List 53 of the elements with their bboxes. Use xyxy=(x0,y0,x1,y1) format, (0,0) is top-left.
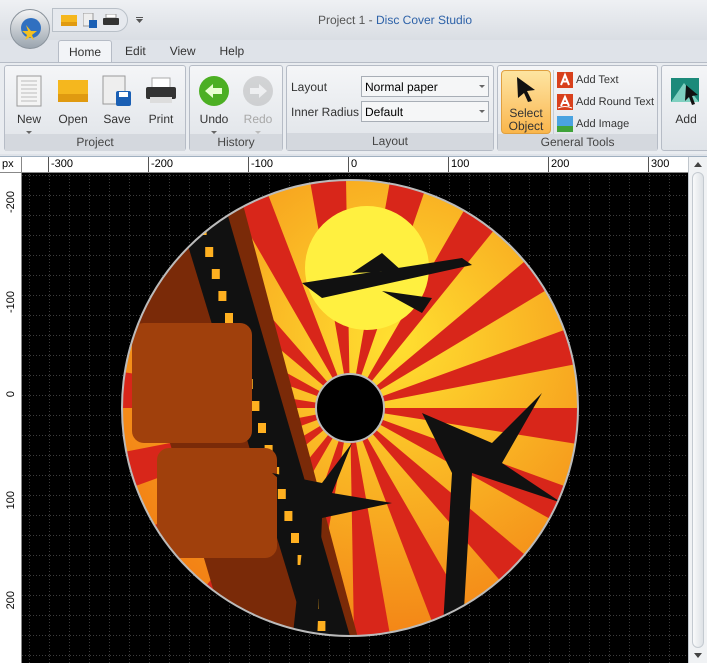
group-title: History xyxy=(190,134,282,151)
document-icon xyxy=(15,75,43,107)
caret-icon xyxy=(479,85,485,88)
landscape-image-icon xyxy=(557,116,573,132)
printer-icon[interactable] xyxy=(103,14,119,26)
field-label: Layout xyxy=(291,78,328,96)
ruler-label: 200 xyxy=(4,591,16,610)
ruler-label: -300 xyxy=(51,157,74,172)
ruler-label: -100 xyxy=(251,157,274,172)
ruler-unit: px xyxy=(0,157,22,172)
field-label: Inner Radius xyxy=(291,104,357,120)
ruler-label: -200 xyxy=(4,191,16,214)
cursor-arrow-icon xyxy=(515,75,537,103)
save-icon xyxy=(102,75,132,107)
scrollbar-thumb[interactable] xyxy=(692,172,704,648)
ribbon-button[interactable]: New xyxy=(9,70,49,134)
ruler-label: 300 xyxy=(651,157,670,172)
ruler-label: 0 xyxy=(4,391,16,398)
tool-button[interactable]: Add Image xyxy=(557,114,654,134)
ribbon-button[interactable]: Print xyxy=(141,70,181,134)
ribbon-button[interactable]: Save xyxy=(97,70,137,134)
ruler-label: -200 xyxy=(151,157,174,172)
group-title: General Tools xyxy=(498,134,658,151)
ruler-label: 100 xyxy=(451,157,470,172)
select-object-button[interactable]: Select Object xyxy=(501,70,551,134)
ribbon-tab[interactable]: Edit xyxy=(114,40,157,62)
ribbon-tab[interactable]: Home xyxy=(58,40,112,62)
printer-icon xyxy=(145,76,177,106)
scroll-up-icon[interactable] xyxy=(694,162,702,167)
ruler-label: 200 xyxy=(551,157,570,172)
ruler-label: 0 xyxy=(351,157,358,172)
ribbon-button[interactable]: Undo xyxy=(194,70,234,134)
ribbon-button[interactable]: Add xyxy=(666,70,706,134)
letter-arc-icon xyxy=(557,94,573,110)
scroll-down-icon[interactable] xyxy=(694,653,702,658)
ribbon-tab[interactable]: Help xyxy=(208,40,256,62)
dropdown-field[interactable]: Normal paper xyxy=(361,76,489,97)
group-title: Layout xyxy=(287,133,493,150)
window-title: Project 1 - Disc Cover Studio xyxy=(318,13,472,27)
dropdown-caret-icon[interactable] xyxy=(136,17,143,23)
tool-button[interactable]: Add Text xyxy=(557,70,654,90)
group-title: Project xyxy=(5,134,185,151)
ribbon-tab[interactable]: View xyxy=(158,40,206,62)
ruler-label: 100 xyxy=(4,491,16,510)
save-icon[interactable] xyxy=(83,12,97,28)
vertical-scrollbar[interactable] xyxy=(688,157,707,663)
letter-icon xyxy=(557,72,573,88)
folder-icon xyxy=(57,77,89,105)
dropdown-field[interactable]: Default xyxy=(361,101,489,122)
caret-icon xyxy=(479,110,485,113)
ruler-label: -100 xyxy=(4,291,16,314)
ribbon-button[interactable]: Open xyxy=(53,70,93,134)
tool-button[interactable]: Add Round Text xyxy=(557,92,654,112)
